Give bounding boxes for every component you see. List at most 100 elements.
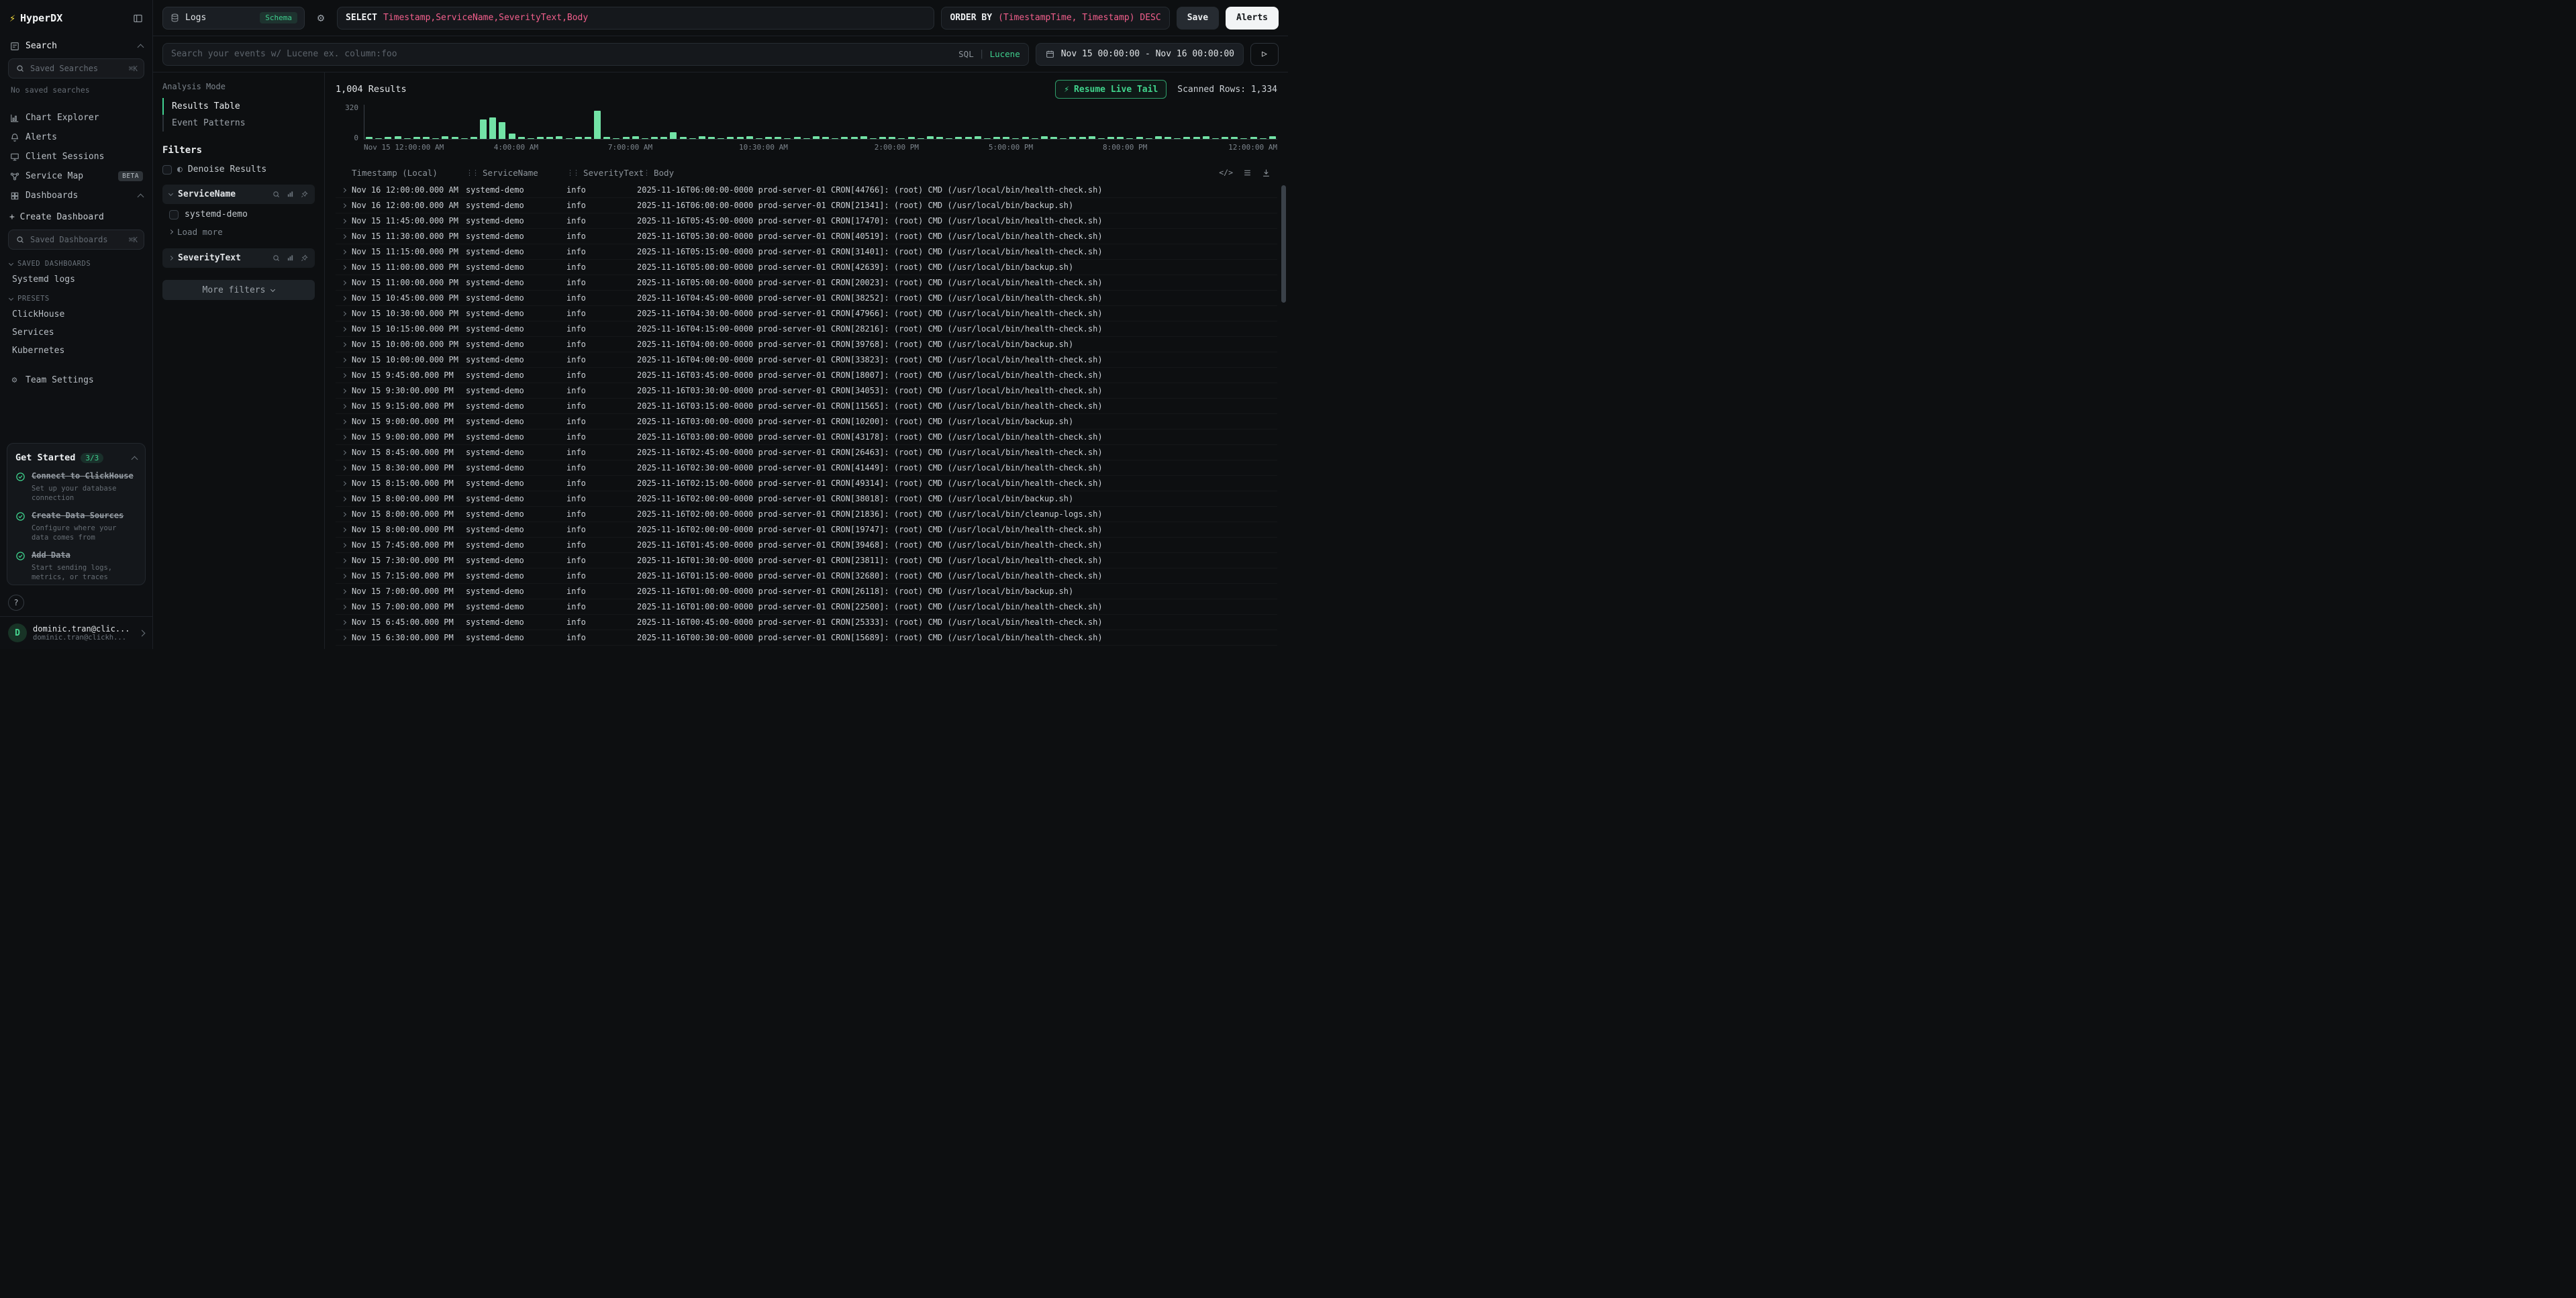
row-expand-icon[interactable] — [336, 621, 352, 624]
histogram-bar[interactable] — [775, 137, 781, 139]
log-row[interactable]: Nov 15 11:00:00.000 PM systemd-demo info… — [336, 260, 1277, 275]
histogram-bar[interactable] — [870, 138, 877, 139]
create-dashboard-button[interactable]: + Create Dashboard — [0, 205, 152, 227]
histogram-bar[interactable] — [1203, 136, 1209, 139]
histogram-bar[interactable] — [461, 138, 468, 139]
select-query-input[interactable]: SELECT Timestamp,ServiceName,SeverityTex… — [337, 7, 934, 30]
histogram-bar[interactable] — [1107, 137, 1114, 139]
saved-dashboards-header[interactable]: SAVED DASHBOARDS — [0, 254, 152, 270]
histogram-bar[interactable] — [375, 138, 382, 139]
log-row[interactable]: Nov 15 10:00:00.000 PM systemd-demo info… — [336, 337, 1277, 352]
row-expand-icon[interactable] — [336, 436, 352, 439]
histogram-bar[interactable] — [965, 137, 972, 139]
row-expand-icon[interactable] — [336, 328, 352, 331]
histogram-bar[interactable] — [1136, 137, 1143, 139]
get-started-step[interactable]: Create Data Sources Configure where your… — [15, 511, 137, 542]
order-by-input[interactable]: ORDER BY (TimestampTime, Timestamp) DESC — [941, 7, 1169, 30]
log-row[interactable]: Nov 15 8:00:00.000 PM systemd-demo info … — [336, 507, 1277, 522]
histogram-bar[interactable] — [413, 137, 420, 139]
row-expand-icon[interactable] — [336, 235, 352, 238]
saved-dashboards-input[interactable]: Saved Dashboards ⌘K — [8, 230, 144, 250]
row-expand-icon[interactable] — [336, 389, 352, 393]
log-row[interactable]: Nov 15 7:45:00.000 PM systemd-demo info … — [336, 538, 1277, 553]
histogram-bar[interactable] — [717, 138, 724, 139]
log-row[interactable]: Nov 16 12:00:00.000 AM systemd-demo info… — [336, 183, 1277, 198]
log-row[interactable]: Nov 15 9:00:00.000 PM systemd-demo info … — [336, 430, 1277, 445]
denoise-results-toggle[interactable]: ◐ Denoise Results — [162, 164, 315, 174]
scrollbar-thumb[interactable] — [1281, 185, 1286, 303]
saved-dashboard-item[interactable]: Systemd logs — [0, 270, 152, 289]
histogram-bar[interactable] — [423, 137, 430, 139]
histogram-bar[interactable] — [936, 137, 943, 139]
get-started-step[interactable]: Connect to ClickHouse Set up your databa… — [15, 471, 137, 503]
log-row[interactable]: Nov 15 9:45:00.000 PM systemd-demo info … — [336, 368, 1277, 383]
row-expand-icon[interactable] — [336, 219, 352, 223]
histogram-bar[interactable] — [1079, 137, 1086, 139]
column-timestamp[interactable]: Timestamp (Local) — [352, 168, 466, 178]
log-row[interactable]: Nov 15 6:15:00.000 PM systemd-demo info … — [336, 646, 1277, 649]
user-menu[interactable]: D dominic.tran@clic... dominic.tran@clic… — [0, 616, 152, 649]
facet-pin-icon[interactable] — [301, 254, 308, 262]
histogram-bar[interactable] — [984, 138, 991, 139]
mode-toggle-lucene[interactable]: Lucene — [990, 49, 1020, 59]
drag-handle-icon[interactable]: ⋮⋮ — [637, 168, 649, 177]
row-expand-icon[interactable] — [336, 451, 352, 454]
histogram-bar[interactable] — [1193, 137, 1200, 139]
log-row[interactable]: Nov 15 7:15:00.000 PM systemd-demo info … — [336, 568, 1277, 584]
collapse-sidebar-icon[interactable] — [133, 13, 143, 23]
histogram-bar[interactable] — [660, 137, 667, 139]
sidebar-item-alerts[interactable]: Alerts — [0, 128, 152, 147]
histogram-bar[interactable] — [1240, 138, 1247, 139]
get-started-header[interactable]: Get Started 3/3 — [15, 452, 137, 463]
histogram-bar[interactable] — [746, 136, 753, 139]
histogram-bar[interactable] — [442, 136, 448, 139]
facet-search-icon[interactable] — [273, 191, 280, 198]
resume-live-tail-button[interactable]: ⚡ Resume Live Tail — [1055, 80, 1167, 99]
facet-pin-icon[interactable] — [301, 191, 308, 198]
row-expand-icon[interactable] — [336, 528, 352, 532]
histogram-bar[interactable] — [395, 136, 401, 139]
histogram-bar[interactable] — [841, 137, 848, 139]
more-filters-button[interactable]: More filters — [162, 280, 315, 300]
histogram-bar[interactable] — [879, 137, 886, 139]
row-expand-icon[interactable] — [336, 189, 352, 192]
drag-handle-icon[interactable]: ⋮⋮ — [466, 168, 478, 177]
log-row[interactable]: Nov 15 11:45:00.000 PM systemd-demo info… — [336, 213, 1277, 229]
mode-toggle-sql[interactable]: SQL — [958, 49, 974, 59]
histogram-bar[interactable] — [509, 134, 515, 139]
analysis-mode-results-table[interactable]: Results Table — [162, 98, 315, 115]
row-expand-icon[interactable] — [336, 513, 352, 516]
row-expand-icon[interactable] — [336, 312, 352, 315]
sidebar-item-chart-explorer[interactable]: Chart Explorer — [0, 108, 152, 128]
log-row[interactable]: Nov 15 11:15:00.000 PM systemd-demo info… — [336, 244, 1277, 260]
histogram-bar[interactable] — [1212, 138, 1219, 139]
histogram-bar[interactable] — [489, 117, 496, 139]
row-expand-icon[interactable] — [336, 204, 352, 207]
load-more-button[interactable]: Load more — [162, 221, 315, 238]
alerts-button[interactable]: Alerts — [1226, 7, 1279, 30]
row-expand-icon[interactable] — [336, 575, 352, 578]
facet-servicename-header[interactable]: ServiceName — [162, 185, 315, 204]
facet-severitytext-header[interactable]: SeverityText — [162, 248, 315, 268]
histogram-bar[interactable] — [832, 138, 838, 139]
row-expand-icon[interactable] — [336, 497, 352, 501]
sidebar-item-search[interactable]: Search — [0, 36, 152, 56]
histogram-bar[interactable] — [1231, 137, 1238, 139]
histogram-bar[interactable] — [546, 137, 553, 139]
source-settings-gear-icon[interactable]: ⚙ — [311, 7, 330, 30]
log-row[interactable]: Nov 15 6:30:00.000 PM systemd-demo info … — [336, 630, 1277, 646]
log-row[interactable]: Nov 15 7:00:00.000 PM systemd-demo info … — [336, 599, 1277, 615]
download-icon[interactable] — [1262, 168, 1271, 177]
row-expand-icon[interactable] — [336, 466, 352, 470]
histogram-bar[interactable] — [1222, 137, 1228, 139]
histogram-bar[interactable] — [860, 136, 867, 139]
histogram-bar[interactable] — [993, 137, 1000, 139]
histogram-bar[interactable] — [975, 136, 981, 139]
preset-dashboard-item[interactable]: Kubernetes — [0, 342, 152, 360]
view-source-icon[interactable]: </> — [1219, 168, 1233, 177]
histogram-bar[interactable] — [908, 137, 915, 139]
log-row[interactable]: Nov 15 8:00:00.000 PM systemd-demo info … — [336, 491, 1277, 507]
log-row[interactable]: Nov 15 10:15:00.000 PM systemd-demo info… — [336, 321, 1277, 337]
histogram-bar[interactable] — [1146, 138, 1152, 139]
histogram-bar[interactable] — [603, 137, 610, 139]
